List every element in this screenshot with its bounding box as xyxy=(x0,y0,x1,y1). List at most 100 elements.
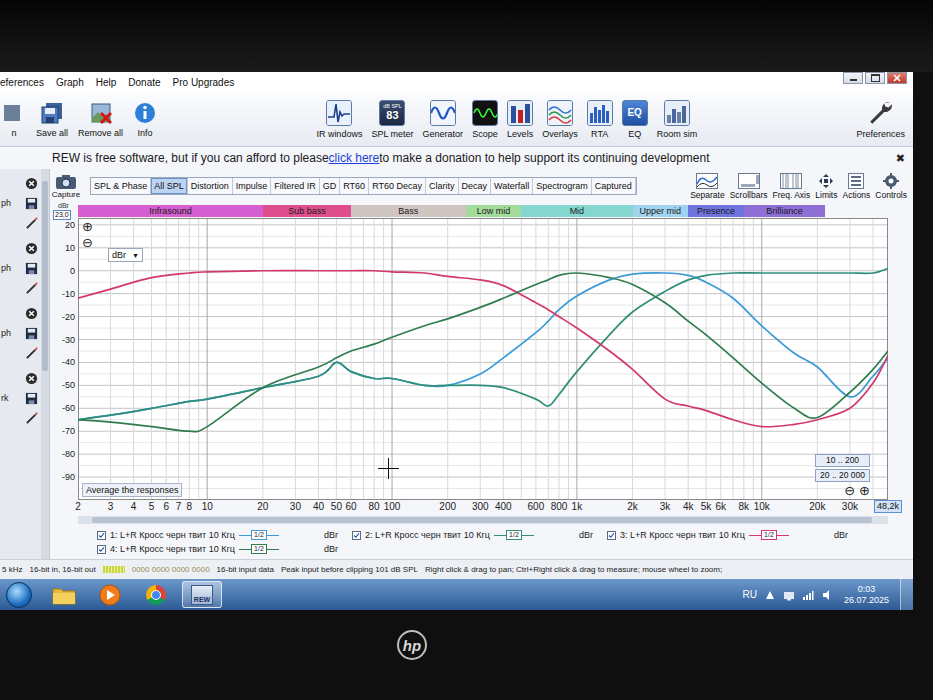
screen: eferences Graph Help Donate Pro Upgrades n Sav… xyxy=(0,72,913,610)
separate-icon xyxy=(696,173,718,189)
graph-tab[interactable]: Decay xyxy=(459,178,492,194)
horizontal-scrollbar[interactable] xyxy=(78,516,888,524)
graph-control-button[interactable]: Actions xyxy=(842,173,870,200)
toolbar-button[interactable]: EQEQ xyxy=(622,100,648,139)
legend-swatch[interactable]: 1/2 xyxy=(749,530,789,541)
toolbar-button[interactable]: dB SPL83SPL meter xyxy=(371,100,413,139)
toolbar-button[interactable]: IR windows xyxy=(316,100,362,139)
average-button[interactable]: Average the responses xyxy=(82,483,182,497)
measurement-item[interactable]: ph xyxy=(0,173,41,233)
menu-item[interactable]: eferences xyxy=(0,77,44,88)
scrollbar-thumb[interactable] xyxy=(42,181,48,371)
taskbar-app[interactable] xyxy=(90,581,130,608)
frequency-band: Sub bass xyxy=(263,205,351,217)
taskbar-app[interactable] xyxy=(136,581,176,608)
chrome-center xyxy=(151,590,161,600)
measurement-item[interactable]: rk xyxy=(0,368,41,428)
zoom-button[interactable]: ⊖ xyxy=(82,236,93,250)
show-desktop-button[interactable] xyxy=(900,579,913,610)
language-indicator[interactable]: RU xyxy=(743,589,757,600)
legend-label: 2: L+R Кросс черн твит 10 Кгц xyxy=(365,530,490,540)
measurement-item[interactable]: ph xyxy=(0,303,41,363)
status-bar: 5 kHz16-bit in, 16-bit out0000 0000 0000… xyxy=(0,559,913,579)
legend-checkbox[interactable] xyxy=(352,531,361,540)
unit-dropdown[interactable]: dBr▼ xyxy=(108,248,143,262)
grid-line xyxy=(351,218,352,500)
donate-link[interactable]: click here xyxy=(329,151,380,165)
banner-close[interactable]: ✖ xyxy=(896,152,905,165)
folder-icon xyxy=(52,585,76,605)
toolbar-button[interactable]: Remove all xyxy=(78,101,123,138)
start-button[interactable] xyxy=(6,582,32,608)
grid-line xyxy=(318,218,319,500)
legend-swatch[interactable]: 1/2 xyxy=(494,530,534,541)
close-button[interactable] xyxy=(887,72,907,84)
graph-tab[interactable]: Clarity xyxy=(426,178,459,194)
menu-item[interactable]: Help xyxy=(96,77,117,88)
toolbar-button[interactable]: Save all xyxy=(36,101,68,138)
button-label: RTA xyxy=(591,129,608,139)
graph-tab[interactable]: RT60 xyxy=(340,178,369,194)
x-tick-label: 10k xyxy=(754,501,770,513)
graph-tab[interactable]: Distortion xyxy=(188,178,233,194)
graph-tab[interactable]: All SPL xyxy=(151,178,188,194)
menu-item[interactable]: Pro Upgrades xyxy=(173,77,235,88)
toolbar-button[interactable]: Generator xyxy=(423,100,464,139)
graph-tab[interactable]: Captured xyxy=(592,178,636,194)
taskbar-app[interactable] xyxy=(44,581,84,608)
legend-checkbox[interactable] xyxy=(97,531,106,540)
plot-column: InfrasoundSub bassBassLow midMidUpper mi… xyxy=(78,203,888,525)
legend-checkbox[interactable] xyxy=(607,531,616,540)
grid-line xyxy=(178,218,179,500)
band-label: Brilliance xyxy=(766,206,803,216)
graph-tab[interactable]: Impulse xyxy=(233,178,272,194)
x-tick-label: 3k xyxy=(660,501,671,513)
toolbar-button[interactable]: Scope xyxy=(472,100,498,139)
graph-tab[interactable]: GD xyxy=(320,178,341,194)
taskbar-app[interactable]: REW xyxy=(182,581,222,608)
sidebar-scrollbar[interactable] xyxy=(41,169,49,559)
toolbar-button[interactable]: Room sim xyxy=(657,100,698,139)
graph-tab[interactable]: Waterfall xyxy=(491,178,533,194)
graph-control-button[interactable]: Freq. Axis xyxy=(772,173,810,200)
menu-item[interactable]: Graph xyxy=(56,77,84,88)
measurement-item[interactable]: ph xyxy=(0,238,41,298)
minimize-button[interactable] xyxy=(843,72,863,84)
x-axis: 2345678102030405060801002003004006008001… xyxy=(78,500,888,515)
graph-tab[interactable]: Spectrogram xyxy=(533,178,592,194)
legend-item: 3: L+R Кросс черн твит 10 Кгц1/2dBr xyxy=(607,528,862,542)
range-button[interactable]: 10 .. 200 xyxy=(815,454,870,467)
y-top-field[interactable]: 23,0 xyxy=(53,210,71,220)
clock[interactable]: 0:0326.07.2025 xyxy=(840,584,893,606)
graph-control-button[interactable]: Scrollbars xyxy=(730,173,768,200)
graph-tab[interactable]: SPL & Phase xyxy=(91,178,151,194)
zoom-button[interactable]: ⊖ xyxy=(844,484,855,498)
menu-item[interactable]: Donate xyxy=(128,77,160,88)
toolbar-button[interactable]: RTA xyxy=(587,100,613,139)
toolbar-button[interactable]: n xyxy=(2,101,26,138)
preferences-button[interactable]: Preferences xyxy=(856,100,905,139)
graph-control-button[interactable]: Separate xyxy=(690,173,725,200)
x-axis-end-field[interactable]: 48,2k xyxy=(874,500,902,513)
frequency-band: Mid xyxy=(521,205,632,217)
zoom-button[interactable]: ⊕ xyxy=(82,220,93,234)
scrollbar-thumb[interactable] xyxy=(92,517,872,523)
legend-item: 4: L+R Кросс черн твит 10 Кгц1/2dBr xyxy=(97,542,352,556)
remove-icon xyxy=(25,177,38,190)
legend-swatch[interactable]: 1/2 xyxy=(239,530,279,541)
range-button[interactable]: 20 .. 20 000 xyxy=(815,469,870,482)
graph-tabs-row: Capture SPL & PhaseAll SPLDistortionImpul… xyxy=(50,169,913,203)
maximize-button[interactable] xyxy=(865,72,885,84)
graph-control-button[interactable]: Controls xyxy=(875,173,907,200)
y-tick-label: 10 xyxy=(65,242,75,254)
toolbar-button[interactable]: Levels xyxy=(507,100,533,139)
capture-button[interactable]: Capture xyxy=(50,174,82,199)
zoom-button[interactable]: ⊕ xyxy=(859,484,870,498)
graph-tab[interactable]: Filtered IR xyxy=(271,178,320,194)
legend-checkbox[interactable] xyxy=(97,545,106,554)
graph-tab[interactable]: RT60 Decay xyxy=(369,178,426,194)
toolbar-button[interactable]: Overlays xyxy=(542,100,578,139)
toolbar-button[interactable]: Info xyxy=(133,101,157,138)
graph-control-button[interactable]: Limits xyxy=(815,173,837,200)
legend-swatch[interactable]: 1/2 xyxy=(239,544,279,555)
